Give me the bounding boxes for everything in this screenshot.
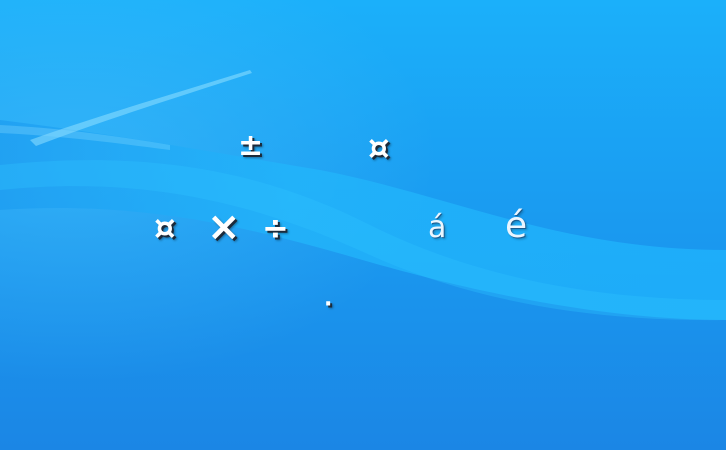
currency-sign-glyph-2: ¤ bbox=[154, 208, 176, 248]
plus-minus-glyph: ± bbox=[238, 128, 264, 163]
e-acute-glyph: é bbox=[505, 205, 528, 246]
a-acute-glyph: á bbox=[428, 210, 447, 245]
middle-dot-glyph: · bbox=[324, 292, 333, 317]
currency-sign-glyph: ¤ bbox=[368, 128, 390, 168]
division-glyph: ÷ bbox=[262, 209, 289, 247]
desktop-screen: ± ¤ ¤ × ÷ á é · bbox=[0, 0, 726, 450]
desktop-wallpaper bbox=[0, 0, 726, 450]
multiplication-glyph: × bbox=[207, 204, 241, 250]
